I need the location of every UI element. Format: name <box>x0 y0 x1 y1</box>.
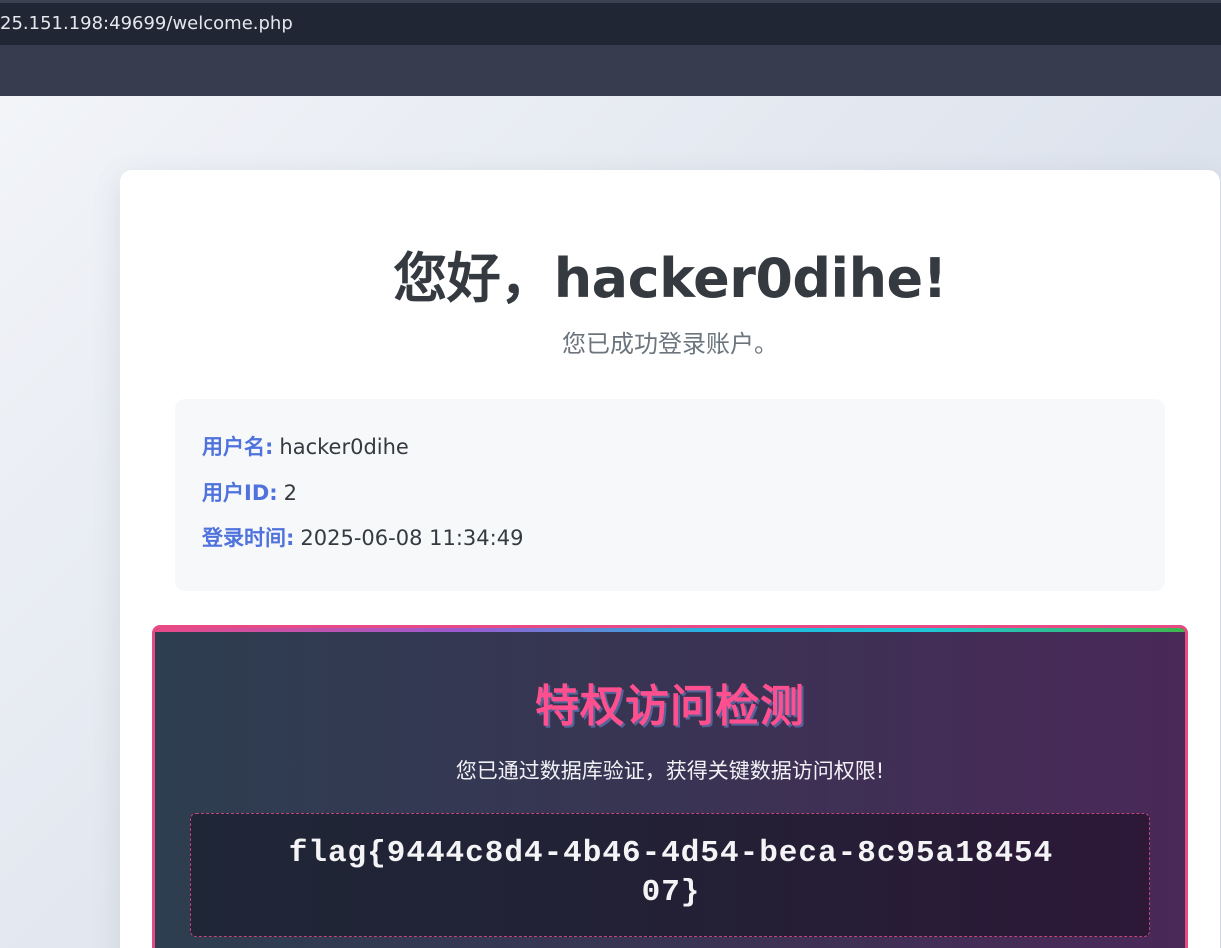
login-time-value: 2025-06-08 11:34:49 <box>300 526 524 550</box>
userid-value: 2 <box>283 481 298 505</box>
username-row: 用户名: hacker0dihe <box>202 431 409 461</box>
browser-address-bar[interactable]: 25.151.198:49699/welcome.php <box>0 0 1221 45</box>
login-time-label: 登录时间: <box>202 526 295 550</box>
user-info-panel: 用户名: hacker0dihe 用户ID: 2 登录时间: 2025-06-08 1… <box>175 399 1165 591</box>
gradient-stripe <box>155 628 1185 632</box>
page-subtitle: 您已成功登录账户。 <box>562 330 778 358</box>
url-text[interactable]: 25.151.198:49699/welcome.php <box>0 13 293 34</box>
welcome-card: 您好，hacker0dihe! 您已成功登录账户。 用户名: hacker0dih… <box>120 170 1220 948</box>
username-value: hacker0dihe <box>279 435 409 459</box>
page-title: 您好，hacker0dihe! <box>393 247 947 310</box>
privilege-panel: 特权访问检测 您已通过数据库验证，获得关键数据访问权限! flag{9444c8… <box>152 625 1188 948</box>
userid-label: 用户ID: <box>202 481 278 505</box>
page-background: 您好，hacker0dihe! 您已成功登录账户。 用户名: hacker0dih… <box>0 96 1221 948</box>
userid-row: 用户ID: 2 <box>202 477 297 507</box>
privilege-title: 特权访问检测 <box>535 681 805 732</box>
flag-text[interactable]: flag{9444c8d4-4b46-4d54-beca-8c95a184540… <box>281 834 1061 912</box>
login-time-row: 登录时间: 2025-06-08 11:34:49 <box>202 522 523 552</box>
browser-toolbar <box>0 45 1221 96</box>
privilege-description: 您已通过数据库验证，获得关键数据访问权限! <box>455 759 885 783</box>
flag-container: flag{9444c8d4-4b46-4d54-beca-8c95a184540… <box>190 813 1150 937</box>
username-label: 用户名: <box>202 435 274 459</box>
